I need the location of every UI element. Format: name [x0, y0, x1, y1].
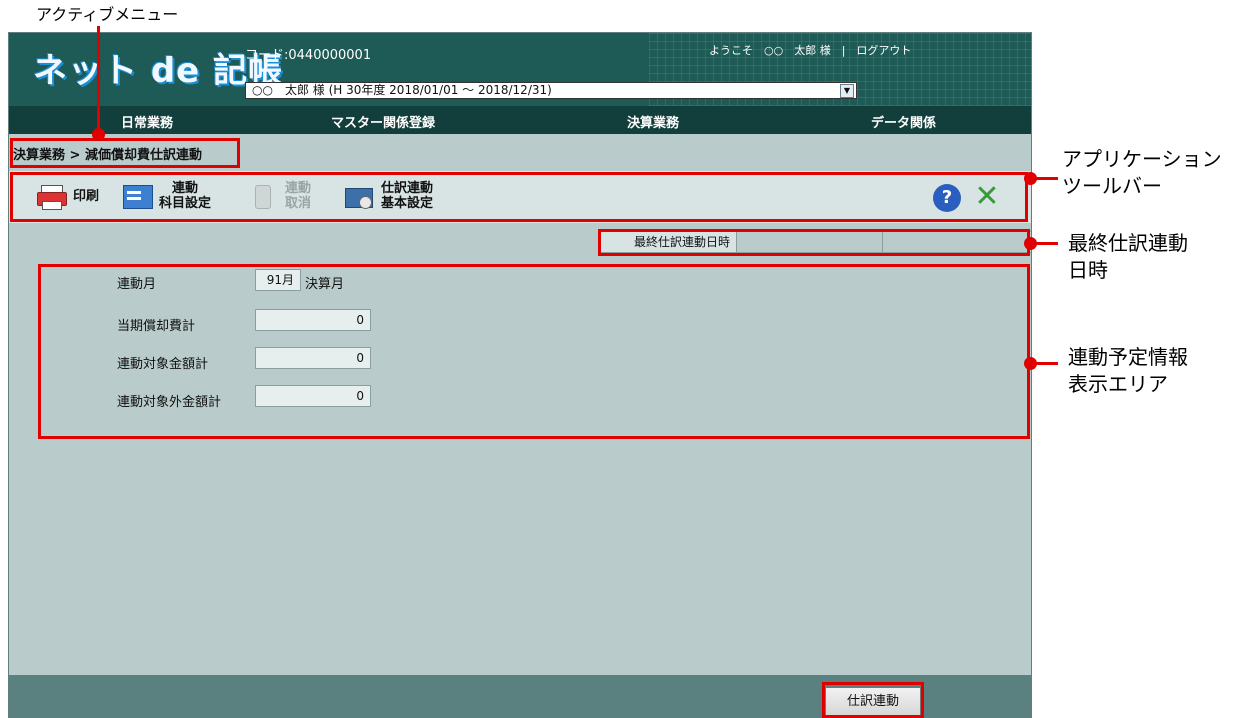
- last-date-highlight: [598, 229, 1030, 256]
- company-period-select[interactable]: ○○ 太郎 様 (H 30年度 2018/01/01 ～ 2018/12/31)…: [245, 82, 857, 99]
- menu-closing-work[interactable]: 決算業務: [627, 112, 679, 131]
- toolbar-pointer-line: [1034, 177, 1058, 180]
- welcome-logout[interactable]: ようこそ ○○ 太郎 様 | ログアウト: [709, 42, 911, 58]
- last-date-pointer-line: [1034, 242, 1058, 245]
- info-area-highlight: [38, 264, 1030, 439]
- main-menu: 日常業務 マスター関係登録 決算業務 データ関係: [9, 106, 1031, 134]
- active-menu-highlight: [10, 138, 240, 168]
- journal-button-highlight: [822, 682, 924, 718]
- menu-data[interactable]: データ関係: [871, 112, 936, 131]
- annotation-app-toolbar-line2: ツールバー: [1062, 174, 1162, 198]
- annotation-last-date-line1: 最終仕訳連動: [1068, 231, 1188, 255]
- annotation-info-area-line2: 表示エリア: [1068, 372, 1168, 396]
- menu-master-registration[interactable]: マスター関係登録: [331, 112, 435, 131]
- annotation-last-date: 最終仕訳連動 日時: [1068, 230, 1188, 284]
- company-period-value: ○○ 太郎 様 (H 30年度 2018/01/01 ～ 2018/12/31): [252, 83, 552, 97]
- menu-daily-work[interactable]: 日常業務: [121, 112, 173, 131]
- toolbar-highlight: [10, 172, 1028, 222]
- chevron-down-icon[interactable]: ▼: [840, 84, 854, 98]
- annotation-last-date-line2: 日時: [1068, 258, 1108, 282]
- annotation-app-toolbar-line1: アプリケーション: [1062, 147, 1222, 171]
- active-menu-pointer-line: [97, 26, 100, 132]
- annotation-app-toolbar: アプリケーション ツールバー: [1062, 146, 1222, 200]
- app-header: ネット de 記帳 コード:0440000001 ようこそ ○○ 太郎 様 | …: [9, 33, 1031, 106]
- annotation-info-area: 連動予定情報 表示エリア: [1068, 344, 1188, 398]
- annotation-info-area-line1: 連動予定情報: [1068, 345, 1188, 369]
- client-code: コード:0440000001: [245, 48, 372, 63]
- annotation-active-menu: アクティブメニュー: [36, 5, 179, 24]
- info-area-pointer-line: [1034, 362, 1058, 365]
